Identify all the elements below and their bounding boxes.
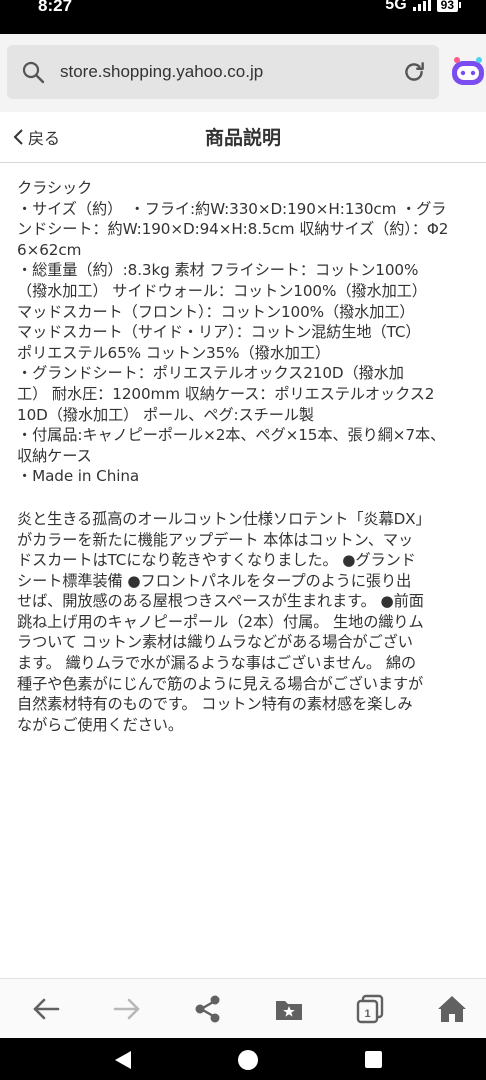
page-header: 戻る 商品説明 bbox=[0, 112, 486, 163]
tabs-icon[interactable]: 1 bbox=[354, 993, 386, 1025]
status-indicators: 5G 93 bbox=[385, 0, 462, 14]
reload-icon[interactable] bbox=[401, 59, 427, 85]
status-time: 8:27 bbox=[38, 0, 73, 15]
system-home-icon[interactable] bbox=[238, 1050, 258, 1070]
spec-line: （撥水加工） サイドウォール：コットン100%（撥水加工） bbox=[17, 281, 427, 300]
browser-toolbar: store.shopping.yahoo.co.jp bbox=[0, 34, 486, 112]
body-line: シート標準装備 ●フロントパネルをタープのように張り出 bbox=[17, 571, 412, 590]
body-line: せば、開放感のある屋根つきスペースが生まれます。 ●前面 bbox=[17, 592, 424, 611]
home-icon[interactable] bbox=[436, 993, 468, 1025]
status-bar: 8:27 5G 93 bbox=[0, 0, 486, 34]
product-description: クラシック ・サイズ（約） ・フライ:約W:330×D:190×H:130cm … bbox=[17, 178, 483, 735]
description-body: 炎と生きる孤高のオールコットン仕様ソロテント「炎幕DX」 がカラーを新たに機能ア… bbox=[17, 509, 483, 736]
address-bar[interactable]: store.shopping.yahoo.co.jp bbox=[7, 45, 439, 99]
body-line: ます。 織りムラで水が漏るような事はございません。 綿の bbox=[17, 654, 416, 673]
page-title: 商品説明 bbox=[204, 127, 281, 149]
system-recents-icon[interactable] bbox=[365, 1051, 382, 1068]
spec-line: マッドスカート（フロント）：コットン100%（撥水加工） bbox=[17, 302, 415, 321]
spec-line: マッドスカート（サイド・リア）：コットン混紡生地（TC） bbox=[17, 323, 421, 342]
bookmark-folder-icon[interactable] bbox=[273, 993, 305, 1025]
tab-count: 1 bbox=[364, 1008, 370, 1020]
search-icon bbox=[22, 61, 45, 84]
spec-line: ・付属品:キャノピーポール×2本、ペグ×15本、張り綱×7本、 bbox=[17, 426, 446, 445]
forward-arrow-icon[interactable] bbox=[111, 993, 143, 1025]
body-line: ながらご使用ください。 bbox=[17, 715, 183, 734]
spec-line: クラシック bbox=[17, 179, 93, 197]
system-back-icon[interactable] bbox=[114, 1050, 132, 1070]
spec-line: ンドシート：約W:190×D:94×H:8.5cm 収納サイズ（約）：Φ2 bbox=[17, 220, 449, 239]
body-line: 跳ね上げ用のキャノピーポール（2本）付属。 生地の織りム bbox=[17, 612, 424, 631]
bottom-nav: 1 bbox=[0, 978, 486, 1039]
body-line: ドスカートはTCになり乾きやすくなりました。 ●グランド bbox=[17, 551, 416, 570]
spec-line: ・グランドシート：ポリエステルオックス210D（撥水加 bbox=[17, 364, 404, 383]
signal-icon bbox=[412, 0, 431, 11]
system-nav-bar bbox=[0, 1038, 486, 1080]
spec-line: 10D（撥水加工） ポール、ペグ:スチール製 bbox=[17, 405, 314, 424]
spec-block: クラシック ・サイズ（約） ・フライ:約W:330×D:190×H:130cm … bbox=[17, 178, 483, 487]
share-icon[interactable] bbox=[192, 993, 224, 1025]
body-line: ラついて コットン素材は織りムラなどがある場合がござい bbox=[17, 633, 413, 652]
body-line: がカラーを新たに機能アップデート 本体はコットン、マッ bbox=[17, 530, 414, 549]
body-line: 炎と生きる孤高のオールコットン仕様ソロテント「炎幕DX」 bbox=[17, 509, 431, 528]
spec-line: ・総重量（約）:8.3kg 素材 フライシート：コットン100% bbox=[17, 261, 419, 280]
spec-line: 収納ケース bbox=[17, 446, 92, 465]
body-line: 種子や色素がにじんで筋のように見える場合がございますが bbox=[17, 674, 424, 693]
assistant-icon[interactable] bbox=[449, 55, 486, 91]
back-arrow-icon[interactable] bbox=[30, 993, 62, 1025]
battery-icon: 93 bbox=[436, 0, 462, 12]
network-type: 5G bbox=[385, 0, 407, 13]
spec-line: ポリエステル65% コットン35%（撥水加工） bbox=[17, 343, 331, 362]
spec-line: 6×62cm bbox=[17, 240, 82, 259]
body-line: 自然素材特有のものです。 コットン特有の素材感を楽しみ bbox=[17, 695, 413, 714]
spec-line: ・Made in China bbox=[17, 467, 140, 486]
spec-line: ・サイズ（約） ・フライ:約W:330×D:190×H:130cm ・グラ bbox=[17, 199, 447, 218]
url-text[interactable]: store.shopping.yahoo.co.jp bbox=[60, 62, 263, 82]
spec-line: 工） 耐水圧：1200mm 収納ケース：ポリエステルオックス2 bbox=[17, 384, 435, 403]
